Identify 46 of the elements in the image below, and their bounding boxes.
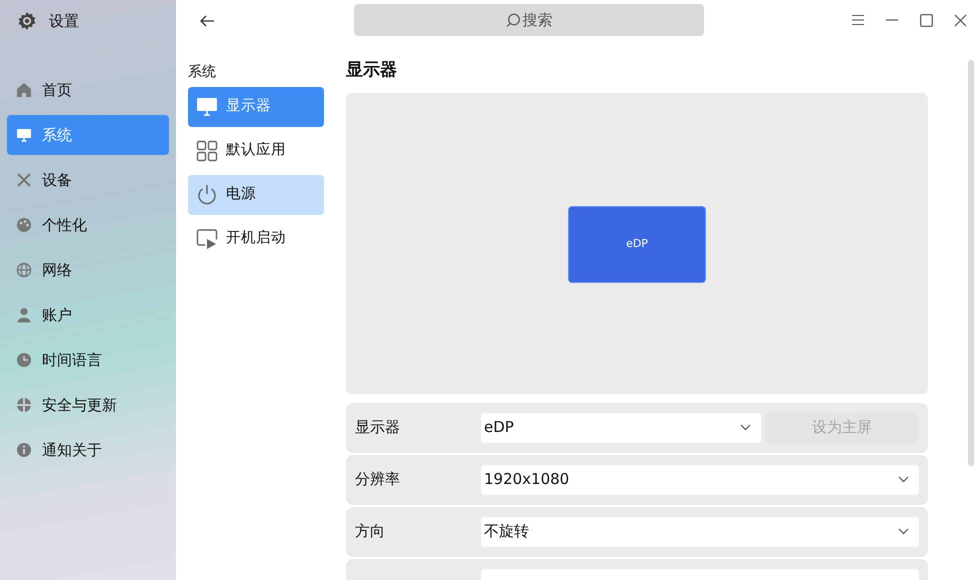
palette-icon xyxy=(16,217,32,233)
setting-label: 分辨率 xyxy=(355,469,401,490)
dropdown[interactable]: eDP xyxy=(481,412,761,442)
scrollbar[interactable] xyxy=(968,60,974,466)
subnav-item[interactable]: 开机启动 xyxy=(188,219,324,259)
sidebar-item[interactable]: 时间语言 xyxy=(7,340,169,380)
menu-icon xyxy=(851,14,865,26)
subnav-item[interactable]: 电源 xyxy=(188,175,324,215)
close-icon xyxy=(954,14,966,26)
chevron-down-icon xyxy=(898,476,909,483)
chevron-down-icon xyxy=(740,424,751,431)
dropdown[interactable]: 不旋转 xyxy=(481,516,919,546)
search-field[interactable]: 搜索 xyxy=(354,4,704,36)
monitor-icon xyxy=(196,96,218,118)
monitor-icon xyxy=(16,127,32,143)
sidebar-item[interactable]: 安全与更新 xyxy=(7,385,169,425)
clock-icon xyxy=(16,352,32,368)
power-icon xyxy=(196,184,218,206)
sidebar-item[interactable]: 账户 xyxy=(7,295,169,335)
sidebar-item[interactable]: 通知关于 xyxy=(7,430,169,470)
maximize-icon xyxy=(920,14,932,26)
section-heading: 系统 xyxy=(188,63,217,82)
play-screen-icon xyxy=(196,228,218,250)
sidebar-item[interactable]: 设备 xyxy=(7,160,169,200)
dropdown[interactable]: 1920x1080 xyxy=(481,464,919,494)
setting-label: 显示器 xyxy=(355,417,401,438)
shield-icon xyxy=(16,397,32,413)
chevron-down-icon xyxy=(898,528,909,535)
person-icon xyxy=(16,307,32,323)
back-arrow-icon xyxy=(199,12,215,29)
globe-icon xyxy=(16,262,32,278)
grid-icon xyxy=(196,140,218,162)
sidebar-item[interactable]: 个性化 xyxy=(7,205,169,245)
sidebar-item[interactable]: 首页 xyxy=(7,70,169,110)
info-icon xyxy=(16,442,32,458)
search-icon xyxy=(506,12,520,28)
window-title: 设置 xyxy=(49,10,79,32)
subnav-item[interactable]: 默认应用 xyxy=(188,131,324,171)
page-title: 显示器 xyxy=(346,59,398,82)
setting-label: 方向 xyxy=(355,521,386,542)
tools-icon xyxy=(16,172,32,188)
gear-icon xyxy=(17,11,37,31)
sidebar-item[interactable]: 网络 xyxy=(7,250,169,290)
house-icon xyxy=(16,82,32,98)
minimize-icon xyxy=(886,19,898,21)
monitor-tile[interactable]: eDP xyxy=(568,206,706,282)
